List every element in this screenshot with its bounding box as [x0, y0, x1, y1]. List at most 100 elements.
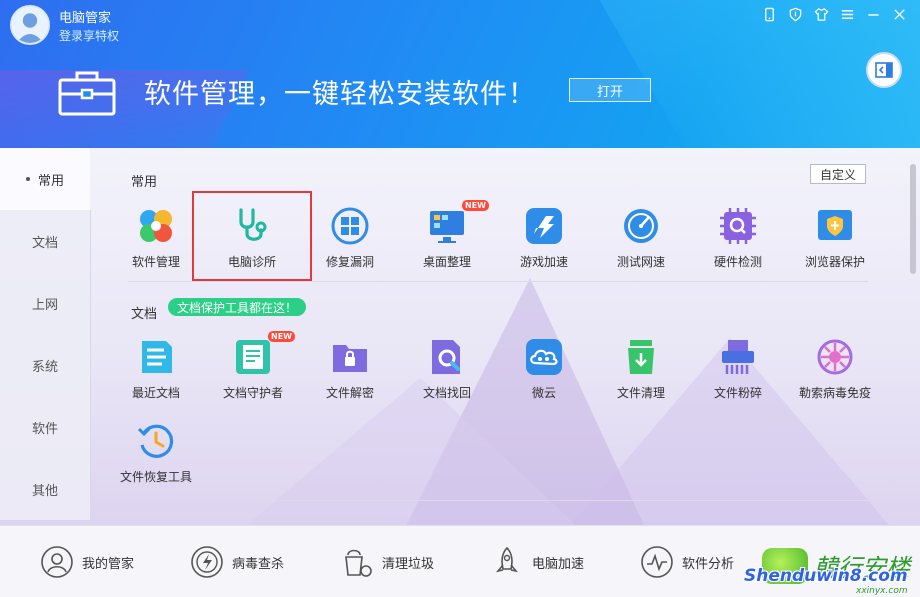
windows-repair-icon	[331, 207, 369, 245]
tool-label: 硬件检测	[713, 255, 762, 269]
menu-button[interactable]	[834, 4, 860, 24]
tool-label: 文件粉碎	[713, 386, 762, 400]
tool-label: 勒索病毒免疫	[798, 386, 871, 400]
customize-button[interactable]: 自定义	[810, 164, 866, 184]
tool-label: 游戏加速	[519, 255, 568, 269]
sidebar-item-docs[interactable]: 文档	[0, 210, 90, 272]
doc-search-icon	[432, 340, 460, 374]
tool-weiyun[interactable]: 微云	[496, 335, 592, 407]
my-butler-icon	[41, 546, 73, 578]
folder-lock-icon	[333, 345, 367, 372]
sidebar-item-common[interactable]: 常用	[0, 148, 90, 210]
section-divider	[128, 500, 868, 501]
bottom-nav-virus-scan[interactable]: 病毒查杀	[190, 544, 284, 580]
tool-label: 文件恢复工具	[119, 470, 192, 484]
sidebar-item-label: 系统	[31, 359, 58, 375]
bottom-nav-label: 病毒查杀	[232, 556, 285, 572]
sidebar-item-label: 上网	[31, 297, 58, 313]
tool-desktop-organize[interactable]: NEW 桌面整理	[399, 200, 495, 276]
rocket-icon	[495, 546, 519, 573]
login-link[interactable]: 登录享特权	[59, 27, 119, 44]
tool-content: 常用 自定义 软件管理 电脑诊所 修复漏洞 NEW 桌面整理 游戏加速 测试网速…	[90, 148, 910, 525]
toolbox-icon	[58, 71, 116, 116]
tool-label: 修复漏洞	[325, 255, 374, 269]
skin-button[interactable]	[808, 4, 834, 24]
tool-label: 电脑诊所	[227, 255, 276, 269]
active-dot	[25, 177, 30, 181]
sidebar-item-system[interactable]: 系统	[0, 334, 90, 396]
bottom-nav-cleanup[interactable]: 清理垃圾	[340, 544, 434, 580]
tool-recent-docs[interactable]: 最近文档	[108, 335, 204, 407]
minimize-button[interactable]	[860, 4, 886, 24]
menu-icon	[841, 9, 853, 19]
user-avatar-icon	[12, 7, 48, 43]
tool-label: 测试网速	[616, 255, 665, 269]
phone-icon	[764, 7, 774, 21]
sidebar-item-label: 其他	[31, 483, 58, 499]
browser-shield-icon	[818, 210, 852, 240]
section-title-docs: 文档	[131, 307, 158, 322]
new-badge: NEW	[268, 331, 295, 342]
sidebar-item-other[interactable]: 其他	[0, 458, 90, 520]
shield-button[interactable]	[782, 4, 808, 24]
tool-label: 软件管理	[131, 255, 180, 269]
monitor-icon	[430, 211, 464, 243]
tool-fix-vulnerability[interactable]: 修复漏洞	[302, 204, 398, 276]
tool-doc-recover[interactable]: 文档找回	[399, 335, 495, 407]
tool-file-clean[interactable]: 文件清理	[593, 335, 689, 407]
watermark: 韓行安楼 Shenduwin8.com xxinyx.com	[744, 548, 920, 597]
sidebar-item-internet[interactable]: 上网	[0, 272, 90, 334]
software-analysis-icon	[641, 546, 673, 578]
tool-file-restore[interactable]: 文件恢复工具	[108, 419, 204, 491]
window-controls	[756, 4, 912, 24]
tool-speed-test[interactable]: 测试网速	[593, 204, 689, 276]
pinwheel-icon	[140, 210, 172, 242]
tool-label: 桌面整理	[422, 255, 471, 269]
bottom-nav-label: 清理垃圾	[382, 556, 435, 572]
tool-label: 文件解密	[325, 386, 374, 400]
phone-button[interactable]	[756, 4, 782, 24]
shield-icon	[789, 7, 801, 21]
recent-docs-icon	[142, 341, 172, 373]
sidebar-toggle-icon	[875, 62, 893, 78]
tool-hardware-check[interactable]: 硬件检测	[690, 204, 786, 276]
section-divider	[128, 281, 868, 282]
sidebar-item-software[interactable]: 软件	[0, 396, 90, 458]
cleanup-icon	[345, 549, 372, 577]
scrollbar[interactable]	[910, 164, 916, 274]
sidebar-item-label: 软件	[31, 421, 58, 437]
speedometer-icon	[624, 209, 658, 243]
stethoscope-icon	[239, 208, 267, 241]
bottom-nav-label: 软件分析	[682, 556, 735, 572]
sidebar-item-label: 常用	[37, 173, 64, 189]
virus-icon	[817, 339, 853, 375]
bottom-nav-my-butler[interactable]: 我的管家	[40, 544, 134, 580]
tool-file-shred[interactable]: 文件粉碎	[690, 335, 786, 407]
section-title-common: 常用	[131, 175, 158, 190]
bottom-nav-label: 电脑加速	[532, 556, 585, 572]
tool-software-manager[interactable]: 软件管理	[108, 204, 204, 276]
bottom-nav-pc-speedup[interactable]: 电脑加速	[490, 544, 584, 580]
bottom-nav-software-analysis[interactable]: 软件分析	[640, 544, 734, 580]
close-button[interactable]	[886, 4, 912, 24]
trash-icon	[628, 340, 654, 374]
banner-text: 软件管理，一键轻松安装软件！	[144, 79, 536, 110]
sidebar-item-label: 文档	[31, 235, 58, 251]
tool-label: 文档守护者	[222, 386, 283, 400]
game-boost-icon	[526, 208, 562, 244]
tool-label: 微云	[531, 386, 556, 400]
tool-doc-guardian[interactable]: NEW 文档守护者	[205, 331, 301, 407]
tool-file-decrypt[interactable]: 文件解密	[302, 335, 398, 407]
open-button[interactable]: 打开	[569, 78, 651, 102]
tool-game-boost[interactable]: 游戏加速	[496, 204, 592, 276]
close-icon	[893, 8, 905, 20]
avatar[interactable]	[10, 5, 50, 45]
minimize-icon	[867, 13, 879, 16]
side-panel-button[interactable]	[866, 52, 902, 88]
tool-ransomware-immune[interactable]: 勒索病毒免疫	[787, 335, 883, 407]
tool-label: 文档找回	[422, 386, 471, 400]
tool-pc-clinic[interactable]: 电脑诊所	[192, 191, 312, 281]
tool-browser-protect[interactable]: 浏览器保护	[787, 204, 883, 276]
new-badge: NEW	[462, 200, 489, 211]
shredder-icon	[722, 340, 754, 374]
